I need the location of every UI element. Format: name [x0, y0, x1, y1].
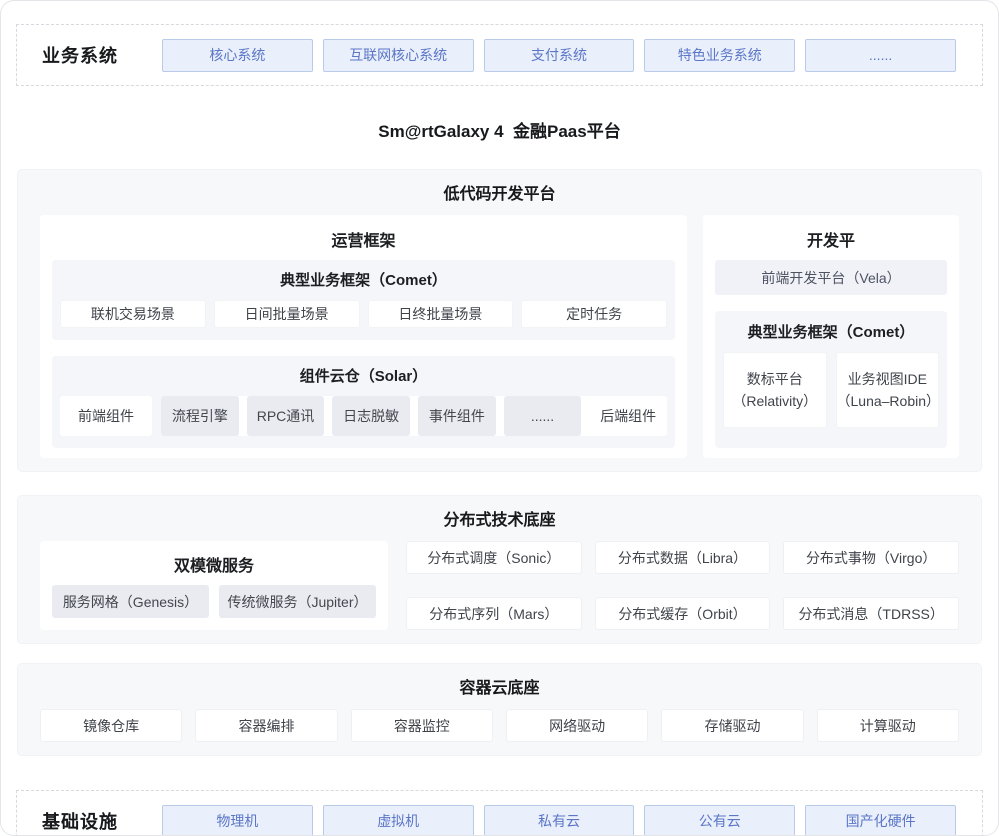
solar-component-warehouse-box: 组件云仓（Solar） 前端组件 流程引擎 RPC通讯 日志脱敏 事件组件 ..…: [52, 356, 675, 448]
chip-rpc-communication: RPC通讯: [247, 396, 325, 436]
container-cloud-card-row: 镜像仓库 容器编排 容器监控 网络驱动 存储驱动 计算驱动: [40, 709, 959, 742]
chip-frontend-dev-platform-vela: 前端开发平台（Vela）: [715, 260, 947, 295]
card-luna-robin-line2: （Luna–Robin）: [837, 390, 939, 412]
comet-business-framework-title: 典型业务框架（Comet）: [60, 269, 667, 290]
infrastructure-physical-machine-button[interactable]: 物理机: [162, 805, 313, 836]
business-system-internet-core-button[interactable]: 互联网核心系统: [323, 39, 474, 72]
dev-comet-card-row: 数标平台 （Relativity） 业务视图IDE （Luna–Robin）: [723, 352, 939, 428]
solar-component-warehouse-title: 组件云仓（Solar）: [60, 365, 667, 386]
comet-business-framework-box: 典型业务框架（Comet） 联机交易场景 日间批量场景 日终批量场景 定时任务: [52, 260, 675, 340]
architecture-diagram-page: 业务系统 核心系统 互联网核心系统 支付系统 特色业务系统 ...... Sm@…: [0, 0, 999, 836]
card-distributed-cache-orbit: 分布式缓存（Orbit）: [595, 597, 771, 630]
infrastructure-label: 基础设施: [42, 808, 118, 834]
chip-frontend-component: 前端组件: [60, 396, 152, 436]
card-storage-driver: 存储驱动: [661, 709, 803, 742]
card-relativity-line2: （Relativity）: [732, 390, 817, 412]
container-cloud-base-section: 容器云底座 镜像仓库 容器编排 容器监控 网络驱动 存储驱动 计算驱动: [17, 663, 982, 756]
card-image-registry: 镜像仓库: [40, 709, 182, 742]
card-network-driver: 网络驱动: [506, 709, 648, 742]
business-system-core-button[interactable]: 核心系统: [162, 39, 313, 72]
platform-title: Sm@rtGalaxy 4 金融Paas平台: [1, 117, 998, 142]
chip-log-masking: 日志脱敏: [332, 396, 410, 436]
distributed-tech-base-section: 分布式技术底座 双模微服务 服务网格（Genesis） 传统微服务（Jupite…: [17, 495, 982, 644]
development-platform-title: 开发平: [715, 227, 947, 251]
card-luna-robin-line1: 业务视图IDE: [848, 368, 927, 390]
card-relativity-platform: 数标平台 （Relativity）: [723, 352, 827, 428]
card-luna-robin-ide: 业务视图IDE （Luna–Robin）: [836, 352, 940, 428]
solar-component-strip: 流程引擎 RPC通讯 日志脱敏 事件组件 ...... 后端组件: [161, 396, 667, 436]
infrastructure-band: 基础设施 物理机 虚拟机 私有云 公有云 国产化硬件: [16, 790, 983, 836]
chip-service-mesh-genesis: 服务网格（Genesis）: [52, 585, 209, 618]
lowcode-section-title: 低代码开发平台: [40, 180, 959, 204]
infrastructure-virtual-machine-button[interactable]: 虚拟机: [323, 805, 474, 836]
card-relativity-line1: 数标平台: [747, 368, 803, 390]
chip-daytime-batch: 日间批量场景: [214, 300, 360, 328]
card-distributed-sequence-mars: 分布式序列（Mars）: [406, 597, 582, 630]
chip-process-engine: 流程引擎: [161, 396, 239, 436]
dual-mode-microservices-title: 双模微服务: [52, 552, 376, 576]
card-compute-driver: 计算驱动: [817, 709, 959, 742]
chip-online-transaction: 联机交易场景: [60, 300, 206, 328]
card-distributed-data-libra: 分布式数据（Libra）: [595, 541, 771, 574]
chip-traditional-microservice-jupiter: 传统微服务（Jupiter）: [219, 585, 376, 618]
business-systems-label: 业务系统: [42, 42, 118, 68]
card-distributed-message-tdrss: 分布式消息（TDRSS）: [783, 597, 959, 630]
dev-comet-framework-title: 典型业务框架（Comet）: [723, 321, 939, 342]
business-system-more-button[interactable]: ......: [805, 39, 956, 72]
chip-endofday-batch: 日终批量场景: [368, 300, 514, 328]
business-systems-band: 业务系统 核心系统 互联网核心系统 支付系统 特色业务系统 ......: [16, 24, 983, 86]
lowcode-platform-section: 低代码开发平台 运营框架 典型业务框架（Comet） 联机交易场景 日间批量场景…: [17, 169, 982, 472]
container-cloud-title: 容器云底座: [40, 674, 959, 698]
dev-comet-framework-box: 典型业务框架（Comet） 数标平台 （Relativity） 业务视图IDE …: [715, 311, 947, 448]
card-distributed-transaction-virgo: 分布式事物（Virgo）: [783, 541, 959, 574]
card-distributed-scheduling-sonic: 分布式调度（Sonic）: [406, 541, 582, 574]
distributed-body: 双模微服务 服务网格（Genesis） 传统微服务（Jupiter） 分布式调度…: [40, 541, 959, 630]
operations-framework-box: 运营框架 典型业务框架（Comet） 联机交易场景 日间批量场景 日终批量场景 …: [40, 215, 687, 458]
distributed-section-title: 分布式技术底座: [40, 506, 959, 530]
chip-backend-component: 后端组件: [589, 396, 667, 436]
chip-more-components: ......: [504, 396, 582, 436]
business-system-payment-button[interactable]: 支付系统: [484, 39, 635, 72]
business-system-special-button[interactable]: 特色业务系统: [644, 39, 795, 72]
operations-framework-title: 运营框架: [52, 227, 675, 251]
development-platform-box: 开发平 前端开发平台（Vela） 典型业务框架（Comet） 数标平台 （Rel…: [703, 215, 959, 458]
comet-scenario-row: 联机交易场景 日间批量场景 日终批量场景 定时任务: [60, 300, 667, 328]
lowcode-body: 运营框架 典型业务框架（Comet） 联机交易场景 日间批量场景 日终批量场景 …: [40, 215, 959, 458]
infrastructure-public-cloud-button[interactable]: 公有云: [644, 805, 795, 836]
chip-event-component: 事件组件: [418, 396, 496, 436]
card-container-monitoring: 容器监控: [351, 709, 493, 742]
dual-mode-chip-row: 服务网格（Genesis） 传统微服务（Jupiter）: [52, 585, 376, 618]
infrastructure-domestic-hardware-button[interactable]: 国产化硬件: [805, 805, 956, 836]
distributed-cards-grid: 分布式调度（Sonic） 分布式数据（Libra） 分布式事物（Virgo） 分…: [406, 541, 959, 630]
solar-component-row: 前端组件 流程引擎 RPC通讯 日志脱敏 事件组件 ...... 后端组件: [60, 396, 667, 436]
card-container-orchestration: 容器编排: [195, 709, 337, 742]
dual-mode-microservices-box: 双模微服务 服务网格（Genesis） 传统微服务（Jupiter）: [40, 541, 388, 630]
infrastructure-private-cloud-button[interactable]: 私有云: [484, 805, 635, 836]
chip-scheduled-task: 定时任务: [521, 300, 667, 328]
